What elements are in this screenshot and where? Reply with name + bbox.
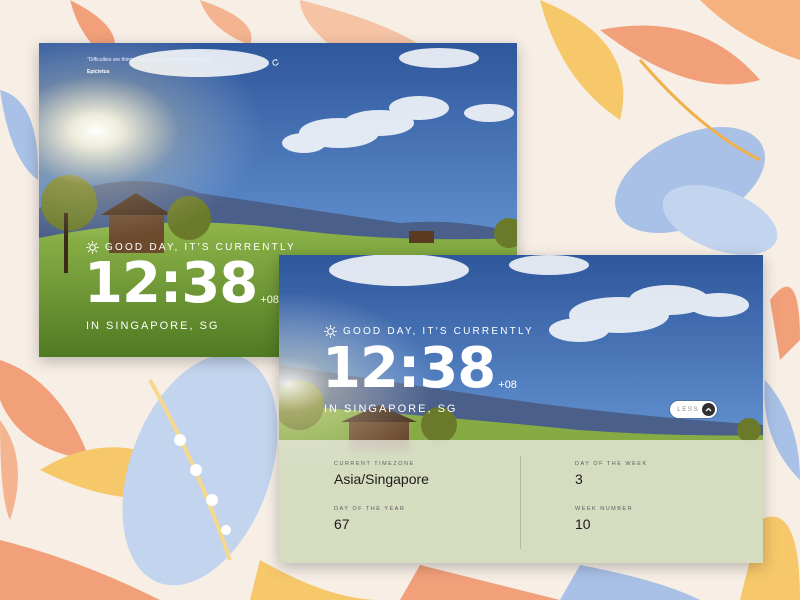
location: IN SINGAPORE, SG	[324, 403, 458, 415]
week-number-value: 10	[575, 516, 591, 532]
less-button-label: LESS	[677, 406, 699, 413]
clock: 12:38 +08	[84, 256, 279, 312]
chevron-up-icon	[702, 403, 715, 416]
location: IN SINGAPORE, SG	[86, 320, 220, 332]
clock-app-expanded: GOOD DAY, IT'S CURRENTLY 12:38 +08 IN SI…	[279, 255, 763, 563]
day-of-week-label: DAY OF THE WEEK	[575, 461, 648, 467]
clock-time: 12:38	[322, 336, 496, 401]
less-button[interactable]: LESS	[670, 401, 717, 418]
day-of-year-value: 67	[334, 516, 350, 532]
week-number: WEEK NUMBER 10	[575, 506, 633, 532]
timezone-offset: +08	[498, 379, 517, 391]
details-panel: CURRENT TIMEZONE Asia/Singapore DAY OF T…	[279, 440, 763, 563]
quote-author: Epictetus	[87, 69, 110, 75]
day-of-week-value: 3	[575, 471, 583, 487]
week-number-label: WEEK NUMBER	[575, 506, 634, 512]
clock: 12:38 +08	[322, 341, 517, 397]
timezone-offset: +08	[260, 294, 279, 306]
quote-text: "Difficulties are things that show a per…	[87, 57, 214, 63]
details-divider	[520, 456, 521, 549]
day-of-year: DAY OF THE YEAR 67	[334, 506, 405, 532]
current-timezone-value: Asia/Singapore	[334, 471, 429, 487]
current-timezone: CURRENT TIMEZONE Asia/Singapore	[334, 461, 429, 487]
day-of-year-label: DAY OF THE YEAR	[334, 506, 406, 512]
current-timezone-label: CURRENT TIMEZONE	[334, 461, 415, 467]
day-of-week: DAY OF THE WEEK 3	[575, 461, 648, 487]
clock-time: 12:38	[84, 251, 258, 316]
refresh-icon[interactable]	[271, 58, 280, 67]
